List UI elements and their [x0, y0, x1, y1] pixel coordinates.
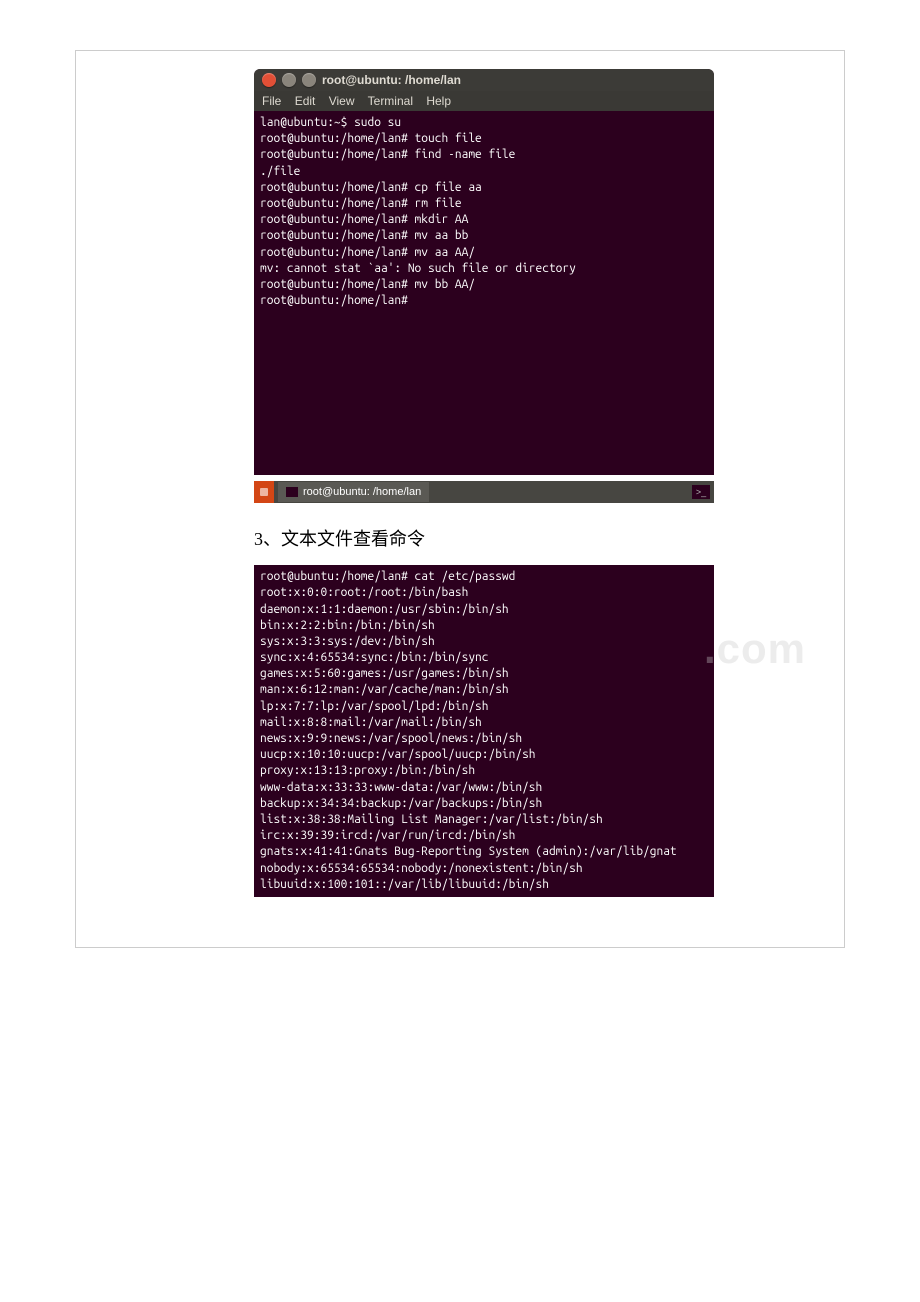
terminal-line: uucp:x:10:10:uucp:/var/spool/uucp:/bin/s…: [260, 748, 536, 761]
taskbar: root@ubuntu: /home/lan >_: [254, 481, 714, 503]
terminal-output-passwd: root@ubuntu:/home/lan# cat /etc/passwd r…: [254, 565, 714, 897]
terminal-line: root@ubuntu:/home/lan# find -name file: [260, 148, 515, 161]
terminal-line: root@ubuntu:/home/lan#: [260, 294, 408, 307]
terminal-line: proxy:x:13:13:proxy:/bin:/bin/sh: [260, 764, 475, 777]
terminal-line: lp:x:7:7:lp:/var/spool/lpd:/bin/sh: [260, 700, 488, 713]
terminal-line: mail:x:8:8:mail:/var/mail:/bin/sh: [260, 716, 482, 729]
terminal-line: daemon:x:1:1:daemon:/usr/sbin:/bin/sh: [260, 603, 509, 616]
terminal-line: ./file: [260, 165, 300, 178]
taskbar-item-terminal[interactable]: root@ubuntu: /home/lan: [278, 482, 429, 502]
terminal-line: games:x:5:60:games:/usr/games:/bin/sh: [260, 667, 509, 680]
terminal-line: mv: cannot stat `aa': No such file or di…: [260, 262, 576, 275]
terminal-line: root:x:0:0:root:/root:/bin/bash: [260, 586, 468, 599]
terminal-line: root@ubuntu:/home/lan# mv bb AA/: [260, 278, 475, 291]
menubar: File Edit View Terminal Help: [254, 91, 714, 111]
terminal-line: list:x:38:38:Mailing List Manager:/var/l…: [260, 813, 603, 826]
menu-view[interactable]: View: [329, 94, 355, 108]
terminal-line: lan@ubuntu:~$ sudo su: [260, 116, 401, 129]
terminal-line: sys:x:3:3:sys:/dev:/bin/sh: [260, 635, 435, 648]
taskbar-launcher[interactable]: [254, 481, 274, 503]
menu-file[interactable]: File: [262, 94, 281, 108]
watermark-overlay: root@ubuntu:/home/lan# cat /etc/passwd r…: [254, 565, 824, 897]
close-icon[interactable]: [262, 73, 276, 87]
content-column: root@ubuntu: /home/lan File Edit View Te…: [254, 51, 824, 947]
terminal-output[interactable]: lan@ubuntu:~$ sudo su root@ubuntu:/home/…: [254, 111, 714, 475]
terminal-line: bin:x:2:2:bin:/bin:/bin/sh: [260, 619, 435, 632]
terminal-line: man:x:6:12:man:/var/cache/man:/bin/sh: [260, 683, 509, 696]
section-heading: 3、文本文件查看命令: [254, 525, 824, 551]
window-title: root@ubuntu: /home/lan: [322, 73, 461, 87]
terminal-line: irc:x:39:39:ircd:/var/run/ircd:/bin/sh: [260, 829, 515, 842]
launcher-icon: [260, 488, 268, 496]
document-page: root@ubuntu: /home/lan File Edit View Te…: [75, 50, 845, 948]
menu-help[interactable]: Help: [426, 94, 451, 108]
terminal-window: root@ubuntu: /home/lan File Edit View Te…: [254, 69, 714, 475]
terminal-line: root@ubuntu:/home/lan# mv aa AA/: [260, 246, 475, 259]
terminal-line: root@ubuntu:/home/lan# cp file aa: [260, 181, 482, 194]
terminal-line: root@ubuntu:/home/lan# touch file: [260, 132, 482, 145]
terminal-line: root@ubuntu:/home/lan# mkdir AA: [260, 213, 468, 226]
menu-terminal[interactable]: Terminal: [368, 94, 413, 108]
terminal-line: root@ubuntu:/home/lan# rm file: [260, 197, 462, 210]
terminal-line: libuuid:x:100:101::/var/lib/libuuid:/bin…: [260, 878, 549, 891]
minimize-icon[interactable]: [282, 73, 296, 87]
terminal-line: sync:x:4:65534:sync:/bin:/bin/sync: [260, 651, 488, 664]
terminal-line: nobody:x:65534:65534:nobody:/nonexistent…: [260, 862, 583, 875]
terminal-line: backup:x:34:34:backup:/var/backups:/bin/…: [260, 797, 542, 810]
window-titlebar[interactable]: root@ubuntu: /home/lan: [254, 69, 714, 91]
terminal-icon: [286, 487, 298, 497]
taskbar-item-label: root@ubuntu: /home/lan: [303, 486, 421, 498]
menu-edit[interactable]: Edit: [295, 94, 316, 108]
terminal-line: www-data:x:33:33:www-data:/var/www:/bin/…: [260, 781, 542, 794]
terminal-line: gnats:x:41:41:Gnats Bug-Reporting System…: [260, 845, 677, 858]
taskbar-tray-icon[interactable]: >_: [692, 485, 710, 499]
terminal-line: root@ubuntu:/home/lan# mv aa bb: [260, 229, 468, 242]
terminal-line: news:x:9:9:news:/var/spool/news:/bin/sh: [260, 732, 522, 745]
maximize-icon[interactable]: [302, 73, 316, 87]
terminal-line: root@ubuntu:/home/lan# cat /etc/passwd: [260, 570, 515, 583]
